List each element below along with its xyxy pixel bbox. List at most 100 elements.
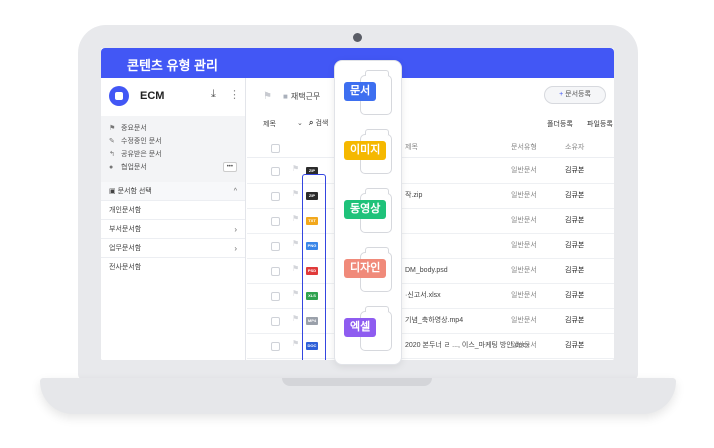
sidebar-item-label: 개인문서함 xyxy=(109,207,142,214)
breadcrumb-label: 재택근무 xyxy=(290,92,321,101)
document-type: 일반문서 xyxy=(511,217,537,224)
chevron-down-icon[interactable]: ⌄ xyxy=(297,119,303,127)
file-name[interactable]: DM_body.psd xyxy=(405,259,448,283)
document-type: 일반문서 xyxy=(511,242,537,249)
column-type: 문서유형 xyxy=(511,144,537,151)
owner-name: 김큐본 xyxy=(565,192,585,199)
row-checkbox[interactable] xyxy=(271,292,280,301)
toolbar: 제목 ⌄ ⌕ 검색 폴더등록 파일등록 xyxy=(247,114,614,136)
flag-icon[interactable]: ⚑ xyxy=(292,189,299,198)
owner-name: 김큐본 xyxy=(565,217,585,224)
search-icon: ⌕ xyxy=(309,118,314,127)
flag-icon: ⚑ xyxy=(109,125,116,132)
flag-icon[interactable]: ⚑ xyxy=(263,91,272,102)
document-type: 일반문서 xyxy=(511,192,537,199)
plus-icon: + xyxy=(559,91,564,98)
register-document-button[interactable]: + 문서등록 xyxy=(544,86,606,104)
document-type: 일반문서 xyxy=(511,292,537,299)
document-type-tag[interactable]: 문서 xyxy=(344,82,377,101)
design-type-tag[interactable]: 디자인 xyxy=(344,259,387,278)
owner-name: 김큐본 xyxy=(565,317,585,324)
chevron-right-icon: › xyxy=(234,244,237,253)
sidebar-item-work[interactable]: 업무문서함 › xyxy=(101,239,245,258)
quick-item-shared[interactable]: ↰ 공유받은 문서 xyxy=(101,148,245,161)
sidebar: ECM ⤓ ⋮ ⚑ 중요문서 ✎ 수정중인 문서 ↰ 공유받은 문서 ● 협업문서 •••… xyxy=(101,78,246,360)
quick-menu: ⚑ 중요문서 ✎ 수정중인 문서 ↰ 공유받은 문서 ● 협업문서 ••• xyxy=(101,116,245,182)
row-checkbox[interactable] xyxy=(271,192,280,201)
doc-box-select[interactable]: ▣ 문서함 선택 ^ xyxy=(101,182,245,201)
owner-name: 김큐본 xyxy=(565,292,585,299)
document-type: 일반문서 xyxy=(511,267,537,274)
ecm-logo-icon xyxy=(109,86,129,106)
row-checkbox[interactable] xyxy=(271,217,280,226)
owner-name: 김큐본 xyxy=(565,342,585,349)
document-type: 일반문서 xyxy=(511,167,537,174)
sidebar-item-label: 전사문서함 xyxy=(109,264,142,271)
column-owner: 소유자 xyxy=(565,144,585,151)
download-icon[interactable]: ⤓ xyxy=(211,88,216,101)
file-name[interactable]: 기념_축하영상.mp4 xyxy=(405,309,463,333)
row-checkbox[interactable] xyxy=(271,342,280,351)
search-placeholder: 검색 xyxy=(315,120,329,127)
row-checkbox[interactable] xyxy=(271,267,280,276)
window-title: 콘텐츠 유형 관리 xyxy=(127,58,218,73)
flag-icon[interactable]: ⚑ xyxy=(292,339,299,348)
column-title: 제목 xyxy=(405,144,418,151)
excel-type-tag[interactable]: 엑셀 xyxy=(344,318,377,337)
row-checkbox[interactable] xyxy=(271,167,280,176)
section-label: 문서함 선택 xyxy=(117,188,152,195)
camera-icon xyxy=(353,33,362,42)
content-header: ⚑ ■ 재택근무 + 문서등록 xyxy=(247,78,614,114)
file-name[interactable]: 작.zip xyxy=(405,184,422,208)
row-checkbox[interactable] xyxy=(271,317,280,326)
video-type-tag[interactable]: 동영상 xyxy=(344,200,387,219)
file-name[interactable]: ·신고서.xlsx xyxy=(405,284,441,308)
sidebar-item-personal[interactable]: 개인문서함 xyxy=(101,201,245,220)
owner-name: 김큐본 xyxy=(565,242,585,249)
file-type-highlight xyxy=(302,174,326,360)
more-vertical-icon[interactable]: ⋮ xyxy=(229,88,240,101)
flag-icon[interactable]: ⚑ xyxy=(292,214,299,223)
quick-item-editing[interactable]: ✎ 수정중인 문서 xyxy=(101,135,245,148)
document-type: 일반문서 xyxy=(511,317,537,324)
user-icon: ● xyxy=(109,164,114,171)
document-type: 일반문서 xyxy=(511,342,537,349)
edit-icon: ✎ xyxy=(109,138,115,145)
quick-item-important[interactable]: ⚑ 중요문서 xyxy=(101,122,245,135)
quick-item-collab[interactable]: ● 협업문서 ••• xyxy=(101,161,245,174)
laptop-notch xyxy=(282,378,432,386)
sidebar-item-label: 부서문서함 xyxy=(109,226,142,233)
share-icon: ↰ xyxy=(109,151,115,158)
folder-icon: ▣ xyxy=(109,188,118,195)
owner-name: 김큐본 xyxy=(565,267,585,274)
row-checkbox[interactable] xyxy=(271,242,280,251)
chevron-up-icon: ^ xyxy=(233,188,237,195)
search-input[interactable]: ⌕ 검색 xyxy=(309,118,328,128)
file-register-button[interactable]: 파일등록 xyxy=(587,119,613,129)
sidebar-item-label: 업무문서함 xyxy=(109,245,142,252)
flag-icon[interactable]: ⚑ xyxy=(292,164,299,173)
sidebar-item-department[interactable]: 부서문서함 › xyxy=(101,220,245,239)
sidebar-item-company[interactable]: 전사문서함 xyxy=(101,258,245,277)
folder-icon: ■ xyxy=(283,92,288,101)
sidebar-header: ECM ⤓ ⋮ xyxy=(101,78,245,116)
sort-select[interactable]: 제목 xyxy=(263,119,276,129)
folder-register-button[interactable]: 폴더등록 xyxy=(547,119,573,129)
select-all-checkbox[interactable] xyxy=(271,144,280,153)
flag-icon[interactable]: ⚑ xyxy=(292,314,299,323)
quick-item-label: 중요문서 xyxy=(121,125,147,132)
more-button[interactable]: ••• xyxy=(222,162,237,172)
breadcrumb: ■ 재택근무 xyxy=(283,91,320,102)
image-type-tag[interactable]: 이미지 xyxy=(344,141,387,160)
quick-item-label: 수정중인 문서 xyxy=(121,138,162,145)
table-header: 제목 문서유형 소유자 xyxy=(247,136,614,158)
brand-name: ECM xyxy=(140,90,165,102)
flag-icon[interactable]: ⚑ xyxy=(292,289,299,298)
register-label: 문서등록 xyxy=(565,91,591,98)
main-content: ⚑ ■ 재택근무 + 문서등록 제목 ⌄ ⌕ 검색 폴더등록 파일등록 제목 문서유형… xyxy=(247,78,614,360)
flag-icon[interactable]: ⚑ xyxy=(292,264,299,273)
owner-name: 김큐본 xyxy=(565,167,585,174)
flag-icon[interactable]: ⚑ xyxy=(292,239,299,248)
quick-item-label: 협업문서 xyxy=(121,164,147,171)
chevron-right-icon: › xyxy=(234,225,237,234)
